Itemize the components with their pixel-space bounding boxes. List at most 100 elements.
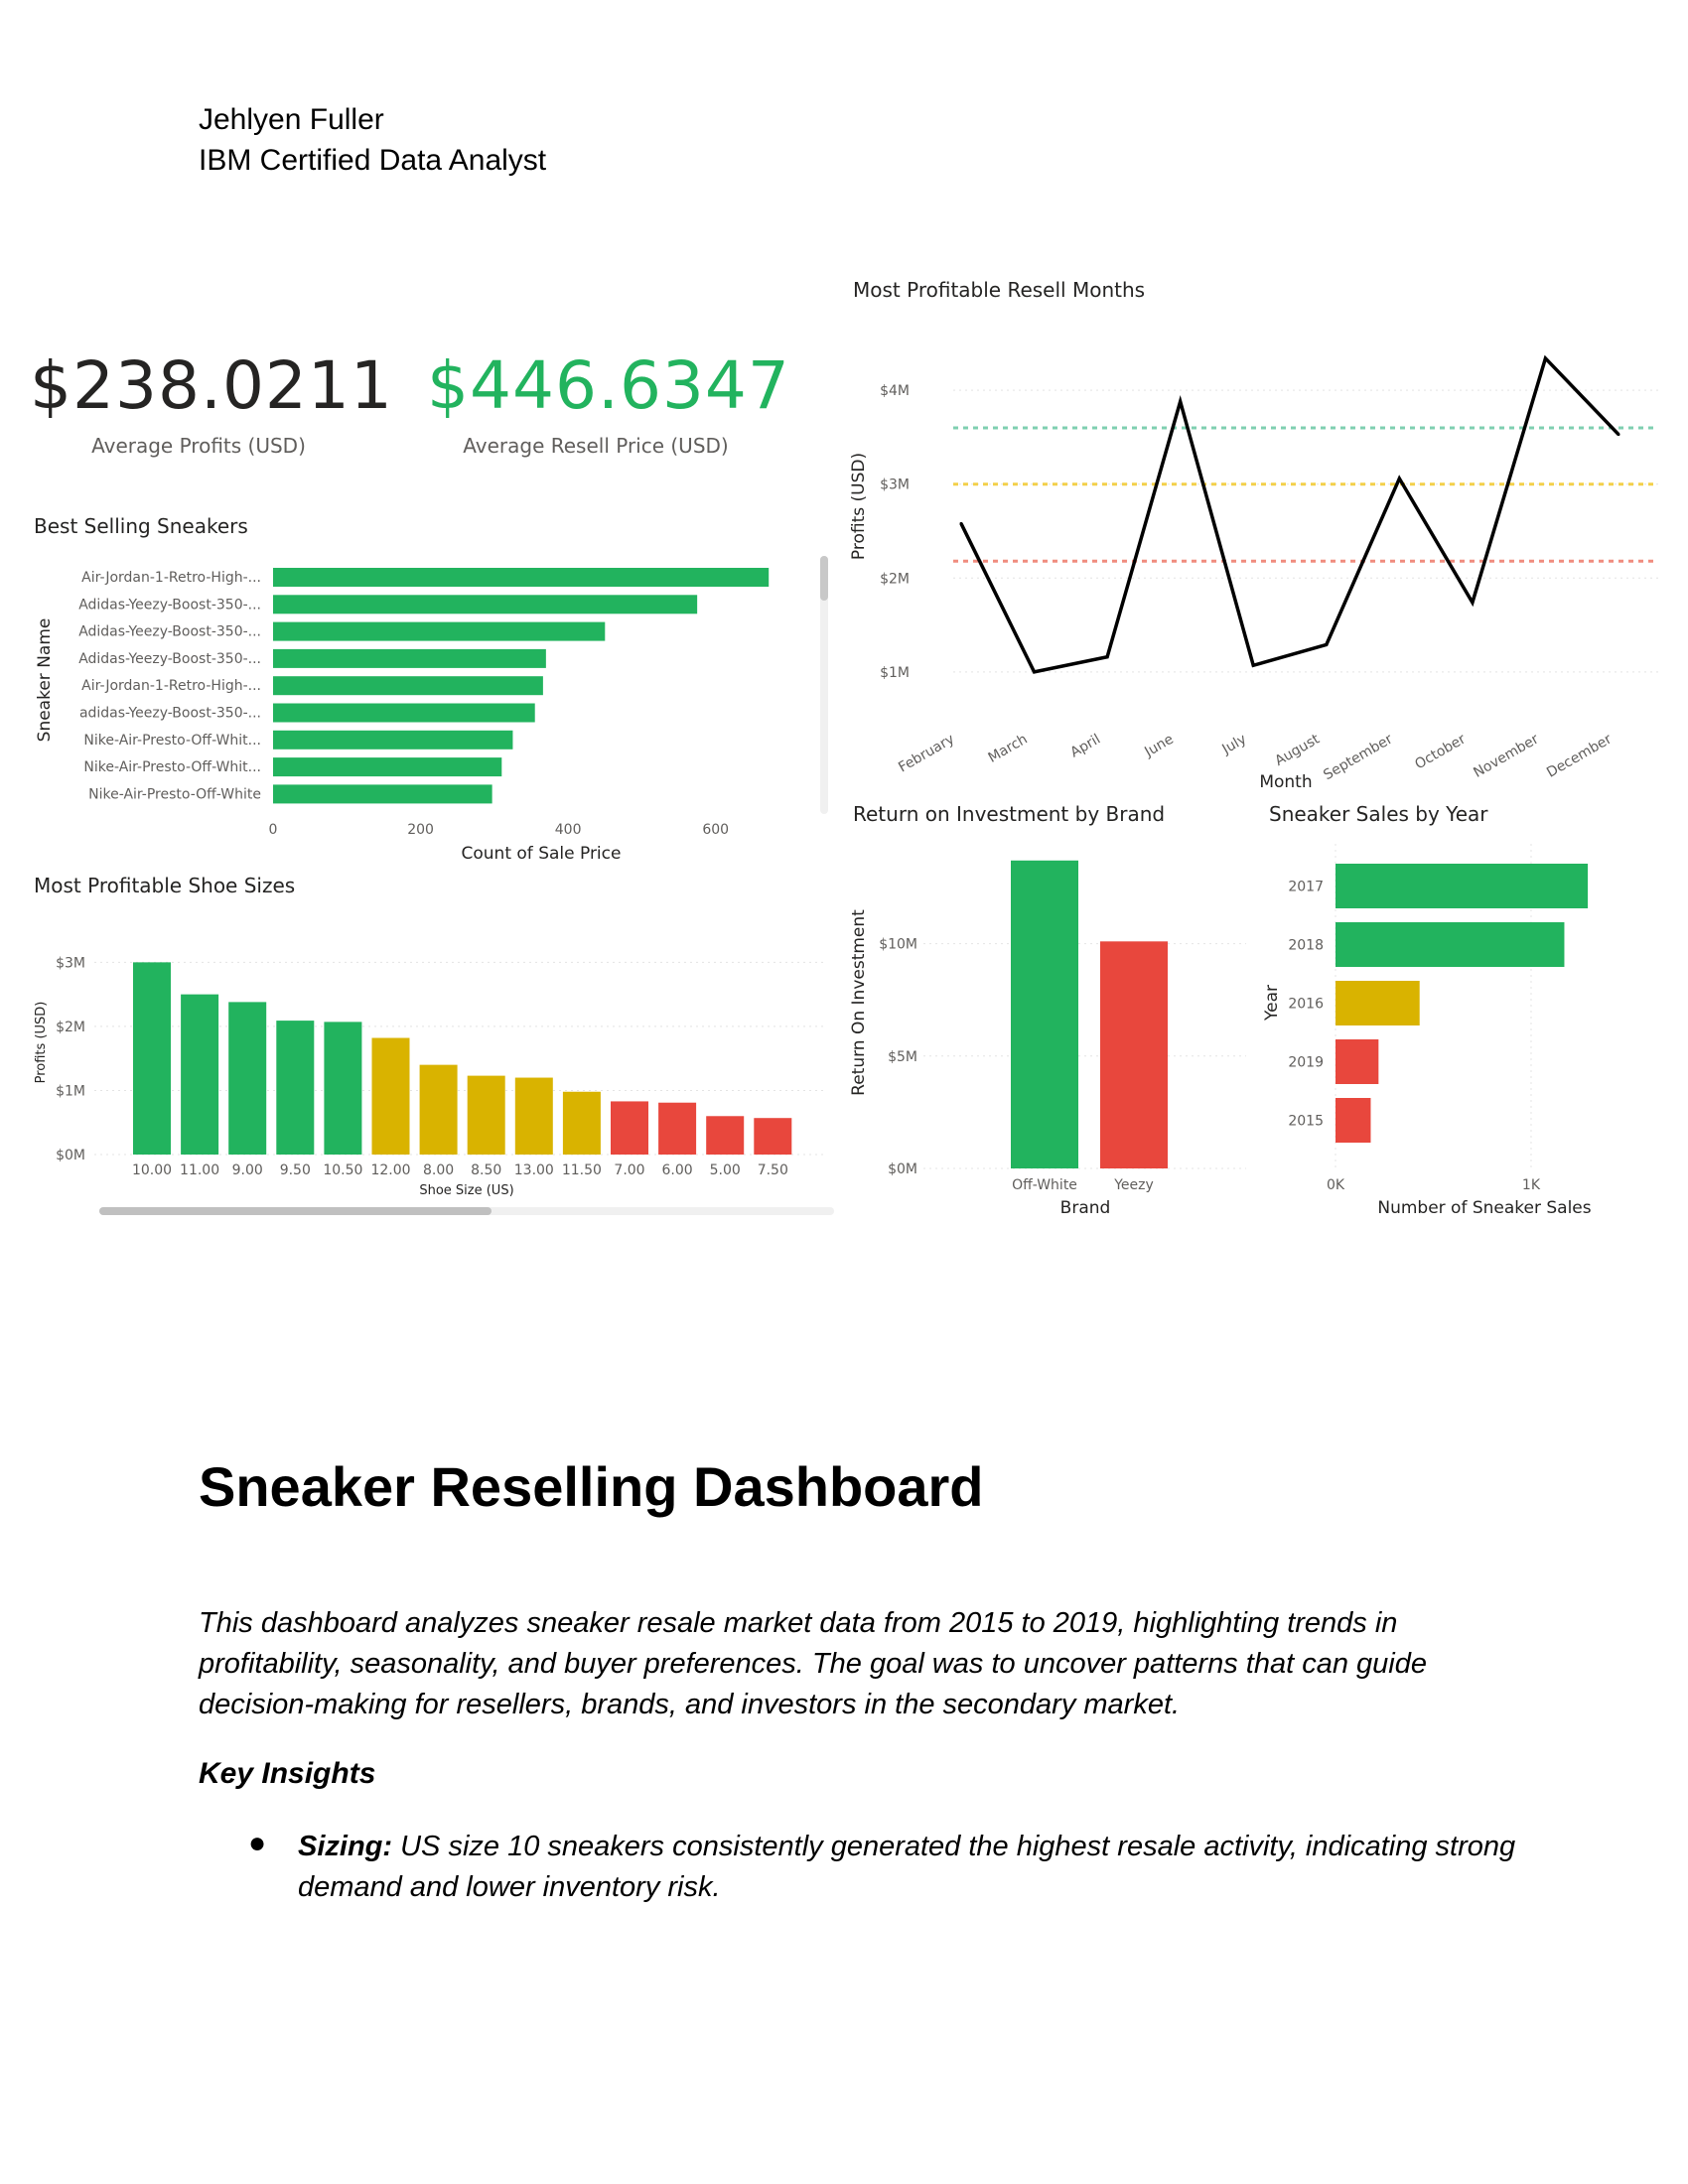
point-month-6 <box>1397 477 1401 480</box>
x-tick-9: 11.50 <box>562 1162 602 1178</box>
x-tick-8: 13.00 <box>514 1162 554 1178</box>
bar-size-12 <box>706 1116 745 1155</box>
intro-paragraph: This dashboard analyzes sneaker resale m… <box>199 1607 1427 1720</box>
point-month-4 <box>1251 663 1255 667</box>
label-sneaker-2: Adidas-Yeezy-Boost-350-... <box>78 624 261 640</box>
y-tick-3: $4M <box>880 383 910 399</box>
bar-size-1 <box>181 994 219 1155</box>
bar-sneaker-2 <box>273 621 606 641</box>
bar-sneaker-6 <box>273 730 513 750</box>
bar-size-4 <box>324 1022 362 1155</box>
x-tick-5: August <box>1272 731 1323 769</box>
document-title: Sneaker Reselling Dashboard <box>199 1455 984 1518</box>
x-tick-9: December <box>1544 731 1615 780</box>
bullet-marker: ● <box>248 1827 267 1859</box>
best-selling-chart: Air-Jordan-1-Retro-High-... Adidas-Yeezy-… <box>35 556 828 864</box>
y-axis-label: Year <box>1262 985 1282 1022</box>
bar-sneaker-0 <box>273 568 770 587</box>
x-tick-11: 6.00 <box>662 1162 693 1178</box>
x-axis-label: Number of Sneaker Sales <box>1377 1198 1591 1218</box>
x-tick-0: 0K <box>1327 1177 1345 1193</box>
point-month-7 <box>1471 601 1475 605</box>
roi-chart: $0M $5M $10M Off-White YeezyBrand Return On I… <box>849 860 1246 1218</box>
x-tick-6: September <box>1321 731 1395 783</box>
bar-size-7 <box>467 1075 505 1155</box>
insight-label: Sizing: <box>298 1831 393 1862</box>
bar-sneaker-3 <box>273 648 546 668</box>
bar-size-2 <box>228 1002 267 1155</box>
sizes-chart: $0M $1M $2M $3M 10.00 11.00 9.00 9.50 10.50 12.00… <box>34 955 834 1215</box>
x-tick-0: 0 <box>269 822 278 838</box>
y-axis-label: Sneaker Name <box>35 618 55 743</box>
x-tick-1: Yeezy <box>1113 1177 1154 1193</box>
bar-size-0 <box>133 962 171 1155</box>
y-tick-1: $5M <box>888 1049 917 1065</box>
label-sneaker-4: Air-Jordan-1-Retro-High-... <box>81 678 261 694</box>
label-sneaker-8: Nike-Air-Presto-Off-White <box>88 786 261 802</box>
bar-size-13 <box>754 1118 792 1155</box>
y-axis-label: Profits (USD) <box>849 453 869 560</box>
avg-profit-value: $238.0211 <box>30 347 393 424</box>
months-chart: $1M $2M $3M $4M February March April June July Au… <box>849 354 1658 792</box>
avg-resell-label: Average Resell Price (USD) <box>463 434 729 458</box>
point-month-1 <box>1033 670 1037 674</box>
point-month-3 <box>1179 399 1183 403</box>
x-tick-10: 7.00 <box>614 1162 644 1178</box>
bar-year-3 <box>1336 1039 1379 1084</box>
y-tick-2: $3M <box>880 478 910 493</box>
y-tick-2: $10M <box>879 937 917 953</box>
point-month-2 <box>1105 655 1109 659</box>
scrollbar-thumb <box>820 556 828 601</box>
bar-sneaker-1 <box>273 595 698 614</box>
x-tick-3: 9.50 <box>280 1162 311 1178</box>
years-chart: 0K 1K 2017 2018 2016 2019 2015 Number of Sneake… <box>1262 844 1592 1218</box>
label-sneaker-7: Nike-Air-Presto-Off-Whit... <box>83 759 261 775</box>
bar-size-9 <box>562 1091 601 1155</box>
x-tick-5: 12.00 <box>370 1162 410 1178</box>
y-tick-0: $0M <box>888 1161 917 1177</box>
x-tick-1: 1K <box>1522 1177 1541 1193</box>
bar-size-10 <box>611 1101 648 1155</box>
insight-bullet: Sizing: US size 10 sneakers consistently… <box>298 1827 1529 1908</box>
y-tick-2: 2016 <box>1288 997 1324 1013</box>
x-tick-4: July <box>1219 732 1250 758</box>
bar-size-8 <box>514 1077 553 1155</box>
y-tick-1: $2M <box>880 571 910 587</box>
x-tick-1: 200 <box>407 822 434 838</box>
x-axis-label: Brand <box>1060 1198 1111 1218</box>
label-sneaker-5: adidas-Yeezy-Boost-350-... <box>79 706 261 722</box>
author-name: Jehlyen Fuller <box>199 103 384 136</box>
author-role: IBM Certified Data Analyst <box>199 144 547 177</box>
bar-size-11 <box>658 1102 697 1155</box>
y-tick-3: $3M <box>56 955 85 971</box>
bar-year-2 <box>1336 981 1420 1025</box>
x-tick-1: March <box>986 732 1031 766</box>
bar-year-1 <box>1336 922 1565 967</box>
x-tick-7: October <box>1412 731 1469 772</box>
x-tick-3: June <box>1141 732 1176 761</box>
avg-profit-label: Average Profits (USD) <box>91 434 306 458</box>
y-tick-0: $1M <box>880 665 910 681</box>
x-axis-label: Shoe Size (US) <box>419 1183 513 1198</box>
x-tick-8: November <box>1471 731 1541 780</box>
bar-year-4 <box>1336 1098 1371 1143</box>
profit-line <box>959 354 1620 674</box>
author-block: Jehlyen Fuller IBM Certified Data Analys… <box>199 99 546 181</box>
x-tick-2: 400 <box>555 822 582 838</box>
x-axis-label: Count of Sale Price <box>462 844 622 864</box>
scrollbar-thumb <box>99 1207 492 1215</box>
x-axis-label: Month <box>1259 772 1312 792</box>
bar-size-6 <box>419 1064 458 1155</box>
x-tick-0: Off-White <box>1012 1177 1077 1193</box>
x-tick-2: April <box>1067 732 1103 761</box>
bar-sneaker-8 <box>273 784 492 804</box>
x-tick-7: 8.50 <box>471 1162 501 1178</box>
months-title: Most Profitable Resell Months <box>853 278 1146 302</box>
best-selling-title: Best Selling Sneakers <box>34 514 248 538</box>
y-tick-1: $1M <box>56 1083 85 1099</box>
x-tick-6: 8.00 <box>423 1162 454 1178</box>
label-sneaker-6: Nike-Air-Presto-Off-Whit... <box>83 733 261 749</box>
x-tick-3: 600 <box>702 822 729 838</box>
x-tick-1: 11.00 <box>180 1162 219 1178</box>
bar-year-0 <box>1336 864 1589 908</box>
